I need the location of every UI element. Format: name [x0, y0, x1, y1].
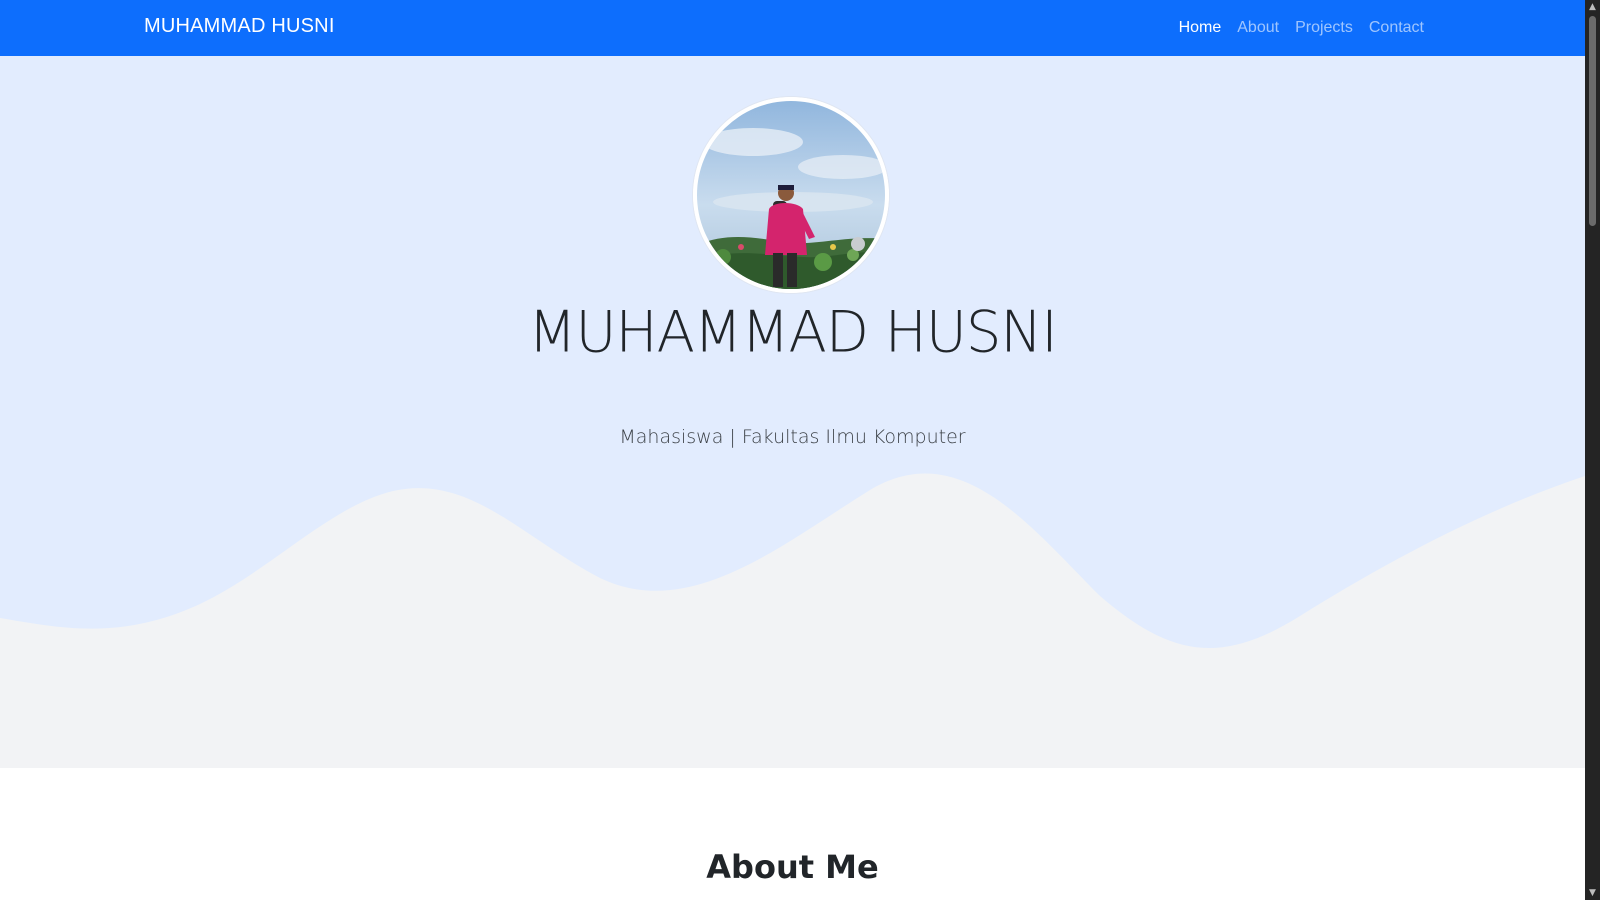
hero-subtitle: Mahasiswa | Fakultas Ilmu Komputer: [619, 426, 966, 448]
profile-avatar: [693, 97, 889, 293]
hero-section: MUHAMMAD HUSNI Mahasiswa | Fakultas Ilmu…: [0, 56, 1585, 768]
about-title: About Me: [706, 848, 879, 886]
navbar-brand[interactable]: MUHAMMAD HUSNI: [144, 15, 335, 38]
vertical-scrollbar[interactable]: ▲ ▼: [1585, 0, 1600, 900]
nav-link-projects[interactable]: Projects: [1287, 19, 1361, 37]
nav-link-about[interactable]: About: [1229, 19, 1287, 37]
scrollbar-thumb[interactable]: [1589, 16, 1596, 226]
nav-links: Home About Projects Contact: [1171, 0, 1432, 56]
nav-link-contact[interactable]: Contact: [1361, 19, 1432, 37]
hero-title: MUHAMMAD HUSNI: [528, 299, 1058, 366]
nav-link-home[interactable]: Home: [1171, 19, 1230, 37]
chevron-up-icon[interactable]: ▲: [1585, 0, 1600, 14]
navbar: MUHAMMAD HUSNI Home About Projects Conta…: [0, 0, 1585, 56]
page: MUHAMMAD HUSNI Home About Projects Conta…: [0, 0, 1585, 900]
chevron-down-icon[interactable]: ▼: [1585, 886, 1600, 900]
profile-photo: [693, 97, 889, 293]
